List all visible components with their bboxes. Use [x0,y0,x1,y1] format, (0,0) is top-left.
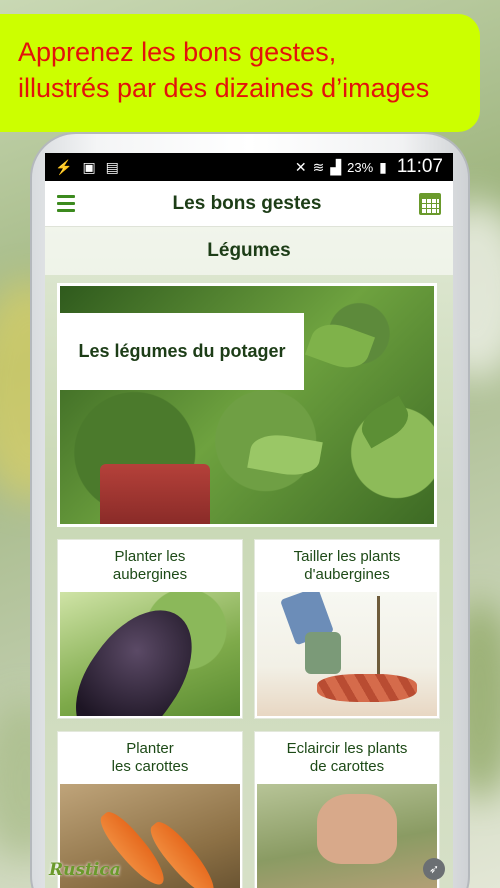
sim-icon: ▣ [82,158,96,175]
usb-icon: ⚡ [55,158,73,175]
rocket-icon[interactable]: ➶ [423,858,445,880]
mute-icon: ✕ [294,158,307,175]
card-tailler-aubergines[interactable]: Tailler les plants d'aubergines [254,539,440,719]
hero-image-pot [100,464,210,524]
battery-percent: 23% [347,159,374,175]
battery-icon: ▮ [379,158,387,175]
wifi-icon: ≋ [312,158,325,175]
app-title: Les bons gestes [172,192,322,214]
promo-line-1: Apprenez les bons gestes, [18,37,337,67]
pruning-illustration [257,592,437,716]
card-title: Planter les carottes [111,740,189,775]
card-title: Planter les aubergines [112,548,188,583]
rustica-logo: Rustica [49,860,121,880]
screenshot-icon: ▤ [105,158,119,175]
signal-icon: ▟ [330,158,342,175]
card-planter-aubergines[interactable]: Planter les aubergines [57,539,243,719]
main-content: Légumes Les légumes du potager Planter l… [45,227,453,888]
phone-screen: ⚡ ▣ ▤ ✕ ≋ ▟ 23% ▮ 11:07 Les bons gestes … [45,153,453,888]
card-title: Tailler les plants d'aubergines [293,548,401,583]
card-title: Eclaircir les plants de carottes [286,740,408,775]
hero-label: Les légumes du potager [60,313,304,390]
promo-line-2: illustrés par des dizaines d’images [18,73,430,103]
section-title: Légumes [45,227,453,275]
card-eclaircir-carottes[interactable]: Eclaircir les plants de carottes [254,731,440,888]
app-bar: Les bons gestes [45,181,453,227]
eggplant-image [60,592,240,716]
status-bar: ⚡ ▣ ▤ ✕ ≋ ▟ 23% ▮ 11:07 [45,153,453,181]
thinning-image [257,784,437,888]
promo-banner: Apprenez les bons gestes, illustrés par … [0,14,480,132]
status-time: 11:07 [396,156,443,177]
hero-card-legumes-potager[interactable]: Les légumes du potager [57,283,437,527]
hamburger-menu-icon[interactable] [57,195,75,212]
calendar-icon[interactable] [419,192,441,215]
